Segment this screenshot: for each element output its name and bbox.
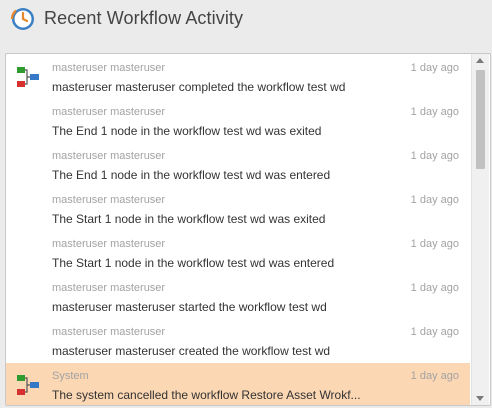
scroll-down-arrow-icon[interactable] — [476, 396, 484, 401]
activity-message: masteruser masteruser created the workfl… — [52, 344, 331, 358]
activity-message: masteruser masteruser started the workfl… — [52, 300, 327, 314]
activity-message: The End 1 node in the workflow test wd w… — [52, 168, 331, 182]
activity-item[interactable]: masteruser masteruser 1 day ago The Start … — [6, 187, 470, 231]
activity-message: The system cancelled the workflow Restor… — [52, 388, 361, 402]
scroll-thumb[interactable] — [476, 70, 485, 169]
activity-user: masteruser masteruser — [52, 326, 166, 338]
activity-user: System — [52, 370, 89, 382]
widget-title: Recent Workflow Activity — [44, 8, 244, 28]
activity-panel: masteruser masteruser 1 day ago masteruser… — [5, 53, 491, 406]
activity-timestamp: 1 day ago — [410, 194, 459, 206]
activity-timestamp: 1 day ago — [410, 106, 459, 118]
activity-item[interactable]: masteruser masteruser 1 day ago The Start … — [6, 231, 470, 275]
workflow-icon — [16, 373, 40, 397]
activity-timestamp: 1 day ago — [410, 370, 459, 382]
activity-timestamp: 1 day ago — [410, 62, 459, 74]
activity-message: The End 1 node in the workflow test wd w… — [52, 124, 322, 138]
activity-timestamp: 1 day ago — [410, 150, 459, 162]
activity-user: masteruser masteruser — [52, 106, 166, 118]
activity-timestamp: 1 day ago — [410, 326, 459, 338]
scroll-up-arrow-icon[interactable] — [476, 58, 484, 63]
widget-header: Recent Workflow Activity — [0, 0, 492, 40]
activity-item[interactable]: System 1 day ago The system cancelled the … — [6, 363, 470, 405]
activity-item[interactable]: masteruser masteruser 1 day ago The End 1 … — [6, 99, 470, 143]
activity-message: The Start 1 node in the workflow test wd… — [52, 212, 326, 226]
activity-message: The Start 1 node in the workflow test wd… — [52, 256, 335, 270]
activity-user: masteruser masteruser — [52, 238, 166, 250]
clock-workflow-icon — [11, 8, 34, 30]
activity-timestamp: 1 day ago — [410, 282, 459, 294]
activity-message: masteruser masteruser completed the work… — [52, 80, 346, 94]
activity-item[interactable]: masteruser masteruser 1 day ago masteruser… — [6, 319, 470, 363]
activity-item[interactable]: masteruser masteruser 1 day ago The End 1 … — [6, 143, 470, 187]
activity-user: masteruser masteruser — [52, 194, 166, 206]
activity-user: masteruser masteruser — [52, 150, 166, 162]
scrollbar[interactable] — [471, 54, 489, 405]
activity-list[interactable]: masteruser masteruser 1 day ago masteruser… — [6, 54, 470, 405]
activity-user: masteruser masteruser — [52, 282, 166, 294]
activity-item[interactable]: masteruser masteruser 1 day ago masteruser… — [6, 275, 470, 319]
activity-timestamp: 1 day ago — [410, 238, 459, 250]
workflow-icon — [16, 65, 40, 89]
activity-item[interactable]: masteruser masteruser 1 day ago masteruser… — [6, 55, 470, 99]
activity-user: masteruser masteruser — [52, 62, 166, 74]
